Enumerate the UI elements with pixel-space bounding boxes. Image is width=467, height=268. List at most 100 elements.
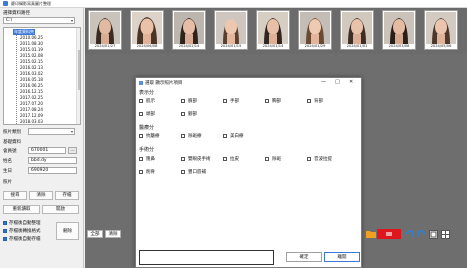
drive-select[interactable]: C:\ ▾ <box>3 17 75 24</box>
option-checkbox[interactable]: 頭部 <box>139 111 155 117</box>
reg-no-input[interactable]: 670001 <box>28 147 66 154</box>
left-panel: 選擇資料路徑 C:\ ▾ 年度資料夾 2010.06.25 2011.08.30… <box>0 8 84 268</box>
exit-button[interactable]: 離開 <box>324 252 360 262</box>
photo-thumbnail[interactable]: 2024/01/01 <box>340 10 374 50</box>
portrait-image <box>342 12 372 44</box>
fit-view-icon[interactable] <box>428 229 438 239</box>
checkbox-unchecked-icon <box>223 134 227 138</box>
close-icon[interactable]: ✕ <box>349 79 353 85</box>
checkbox-unchecked-icon <box>265 157 269 161</box>
option-checkbox[interactable]: 腳部 <box>181 111 197 117</box>
convert-format-checkbox[interactable]: 存檔後轉換格式 <box>3 228 41 234</box>
tree-item[interactable]: 2017.08.24 <box>20 107 43 112</box>
photo-thumbnail[interactable]: 2024/03/08 <box>382 10 416 50</box>
tree-item[interactable]: 2016.12.15 <box>20 89 43 94</box>
checkbox-unchecked-icon <box>139 170 143 174</box>
reload-button[interactable]: 重新讀取 <box>3 205 40 214</box>
reg-label: 基礎資料 <box>3 140 21 145</box>
tree-item[interactable]: 2017.02.25 <box>20 95 43 100</box>
option-checkbox[interactable]: 削骨 <box>139 169 155 175</box>
ok-button[interactable]: 確定 <box>286 252 322 262</box>
clear-selection-button[interactable]: 清除 <box>105 230 121 238</box>
search-button[interactable]: 搜尋 <box>3 191 27 200</box>
grid-view-icon[interactable] <box>440 229 450 239</box>
photo-thumbnail[interactable]: 2024/06/08 <box>130 10 164 50</box>
checkbox-unchecked-icon <box>223 157 227 161</box>
name-input[interactable]: bbd.dy <box>28 157 77 164</box>
minimize-icon[interactable]: — <box>321 79 326 85</box>
dialog-note-input[interactable] <box>139 250 274 265</box>
tree-item[interactable]: 2015.02.08 <box>20 53 43 58</box>
birth-input[interactable]: 690920 <box>28 167 77 174</box>
auto-save-checkbox[interactable]: 存檔後自動存檔 <box>3 236 41 242</box>
category-select[interactable]: ▾ <box>28 128 75 135</box>
window-title: 慶印攝影寫真圖片整理 <box>11 0 51 6</box>
checkbox-unchecked-icon <box>265 99 269 103</box>
reg-lookup-button[interactable]: ... <box>68 147 77 154</box>
photo-thumbnail[interactable]: 2024/01/14 <box>256 10 290 50</box>
tree-item[interactable]: 2011.08.30 <box>20 41 43 46</box>
clear-button[interactable]: 清除 <box>29 191 53 200</box>
checkbox-unchecked-icon <box>181 134 185 138</box>
record-icon[interactable] <box>377 229 401 239</box>
tree-item[interactable]: 2017.12.09 <box>20 113 43 118</box>
option-checkbox[interactable]: 美白療 <box>223 133 244 139</box>
option-checkbox[interactable]: 音波拉提 <box>307 156 332 162</box>
photo-thumbnail[interactable]: 2024/05/06 <box>424 10 458 50</box>
auto-organize-checkbox[interactable]: 存檔後自動整理 <box>3 220 41 226</box>
option-checkbox[interactable]: 臉部 <box>181 98 197 104</box>
option-checkbox[interactable]: 胸部 <box>265 98 281 104</box>
tree-item[interactable]: 2016.02.13 <box>20 65 43 70</box>
tree-item[interactable]: 2015.02.15 <box>20 59 43 64</box>
checkbox-unchecked-icon <box>307 157 311 161</box>
tree-item[interactable]: 2017.07.20 <box>20 101 43 106</box>
redo-icon[interactable] <box>416 229 426 239</box>
folder-tree[interactable]: 年度資料夾 2010.06.25 2011.08.30 2015.01.19 2… <box>3 27 81 125</box>
delete-button[interactable]: 刪除 <box>56 222 79 240</box>
display-options-dialog: 選取 顯示照片項目 — □ ✕ 表示分 肌示 臉部 手部 胸部 背部 頭部 腳部… <box>135 77 362 268</box>
thumbnail-date: 2024/01/15 <box>215 44 247 49</box>
photo-thumbnail[interactable]: 2024/01/29 <box>298 10 332 50</box>
option-label: 隆鼻 <box>146 157 155 162</box>
section-medical: 醫療分 <box>139 125 155 131</box>
option-checkbox[interactable]: 拉皮 <box>223 156 239 162</box>
tree-item[interactable]: 2016.06.25 <box>20 83 43 88</box>
scrollbar-thumb[interactable] <box>77 50 80 90</box>
tree-scrollbar[interactable] <box>76 28 80 124</box>
checkbox-unchecked-icon <box>223 99 227 103</box>
undo-icon[interactable] <box>404 229 414 239</box>
portrait-image <box>300 12 330 44</box>
checkbox-unchecked-icon <box>139 112 143 116</box>
name-label: 姓名 <box>3 159 12 164</box>
option-checkbox[interactable]: 雙眼皮手術 <box>181 156 211 162</box>
option-checkbox[interactable]: 背部 <box>307 98 323 104</box>
tree-item[interactable]: 2016.03.02 <box>20 71 43 76</box>
photo-thumbnail[interactable]: 2024/02/14 <box>172 10 206 50</box>
tree-item[interactable]: 2015.01.19 <box>20 47 43 52</box>
dialog-title-bar[interactable]: 選取 顯示照片項目 <box>136 78 361 87</box>
open-button[interactable]: 開啟 <box>42 205 79 214</box>
photo-thumbnail[interactable]: 2024/01/15 <box>214 10 248 50</box>
tree-item[interactable]: 2018.03.03 <box>20 119 43 124</box>
tree-item[interactable]: 2010.06.25 <box>20 35 43 40</box>
save-button[interactable]: 存檔 <box>55 191 79 200</box>
option-checkbox[interactable]: 豐口唇補 <box>181 169 206 175</box>
option-checkbox[interactable]: 抗皺療 <box>139 133 160 139</box>
photo-thumbnail[interactable]: 2024/01/27 <box>88 10 122 50</box>
option-checkbox[interactable]: 除斑 <box>265 156 281 162</box>
folder-icon[interactable] <box>366 229 376 239</box>
option-label: 美白療 <box>230 134 244 139</box>
checkbox-checked-icon <box>3 237 7 241</box>
maximize-icon[interactable]: □ <box>335 79 340 85</box>
chevron-down-icon: ▾ <box>70 129 73 134</box>
option-checkbox[interactable]: 除斑療 <box>181 133 202 139</box>
option-checkbox[interactable]: 隆鼻 <box>139 156 155 162</box>
thumbnail-date: 2024/01/14 <box>257 44 289 49</box>
option-label: 雙眼皮手術 <box>188 157 211 162</box>
checkbox-unchecked-icon <box>181 112 185 116</box>
checkbox-label: 存檔後自動存檔 <box>9 237 41 242</box>
option-checkbox[interactable]: 手部 <box>223 98 239 104</box>
tree-item[interactable]: 2016.05.18 <box>20 77 43 82</box>
option-checkbox[interactable]: 肌示 <box>139 98 155 104</box>
select-all-button[interactable]: 全部 <box>87 230 103 238</box>
